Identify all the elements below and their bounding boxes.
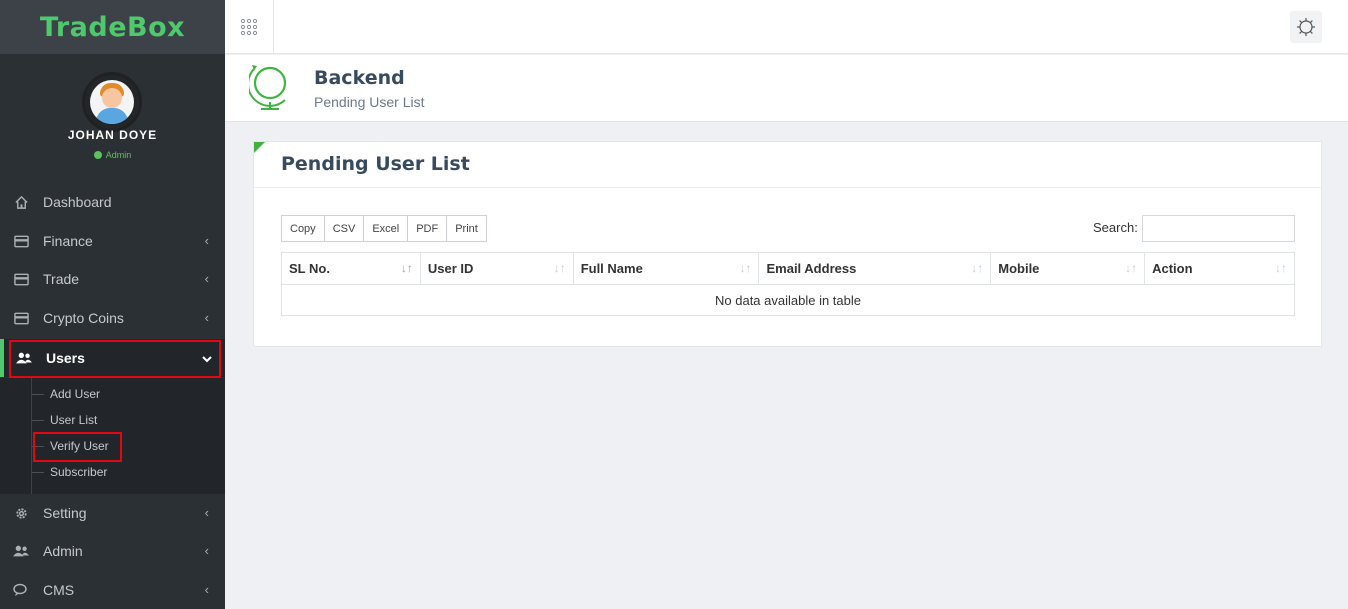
highlight-box bbox=[9, 340, 221, 378]
search-input[interactable] bbox=[1142, 215, 1295, 242]
sidebar-item-label: Crypto Coins bbox=[43, 310, 124, 326]
column-header-mobile[interactable]: Mobile ↓↑ bbox=[990, 252, 1146, 285]
pending-users-table: SL No. ↓↑ User ID ↓↑ Full Name ↓↑ Email Add… bbox=[281, 252, 1295, 316]
active-indicator bbox=[0, 339, 4, 377]
divider bbox=[254, 187, 1321, 188]
chat-icon bbox=[13, 582, 29, 598]
sidebar-item-label: Dashboard bbox=[43, 194, 112, 210]
highlight-box bbox=[33, 432, 122, 462]
table-row: No data available in table bbox=[281, 284, 1295, 316]
card-icon bbox=[13, 310, 29, 326]
column-header-email[interactable]: Email Address ↓↑ bbox=[758, 252, 992, 285]
empty-table-message: No data available in table bbox=[281, 284, 1295, 316]
sort-icon: ↓↑ bbox=[1275, 261, 1287, 275]
card-icon bbox=[13, 233, 29, 249]
sidebar-item-dashboard[interactable]: Dashboard bbox=[0, 183, 225, 221]
column-header-sl-no[interactable]: SL No. ↓↑ bbox=[281, 252, 421, 285]
search-label: Search: bbox=[1093, 220, 1138, 235]
submenu-item-user-list[interactable]: User List bbox=[32, 407, 97, 433]
export-button-group: Copy CSV Excel PDF Print bbox=[281, 215, 487, 242]
profile-role-label: Admin bbox=[105, 150, 132, 160]
brand-logo[interactable]: TradeBox bbox=[0, 0, 225, 54]
excel-button[interactable]: Excel bbox=[363, 215, 409, 242]
column-header-action[interactable]: Action ↓↑ bbox=[1144, 252, 1295, 285]
sidebar-item-label: Trade bbox=[43, 271, 80, 287]
user-avatar-icon bbox=[90, 80, 134, 124]
sidebar-item-cms[interactable]: CMS ‹ bbox=[0, 571, 225, 609]
chevron-left-icon: ‹ bbox=[204, 310, 209, 325]
profile-panel bbox=[0, 54, 225, 184]
chevron-left-icon: ‹ bbox=[204, 582, 209, 597]
gear-icon bbox=[1297, 18, 1315, 36]
sidebar-item-finance[interactable]: Finance ‹ bbox=[0, 222, 225, 260]
page-title: Backend bbox=[314, 67, 405, 89]
print-button[interactable]: Print bbox=[446, 215, 487, 242]
card-title: Pending User List bbox=[281, 153, 470, 175]
sidebar: TradeBox JOHAN DOYE Admin Dashboard Fina… bbox=[0, 0, 225, 609]
apps-grid-button[interactable] bbox=[225, 0, 274, 54]
sidebar-item-label: Finance bbox=[43, 233, 93, 249]
pending-user-card: Pending User List Copy CSV Excel PDF Pri… bbox=[253, 141, 1322, 347]
sidebar-item-crypto-coins[interactable]: Crypto Coins ‹ bbox=[0, 299, 225, 337]
submenu-item-add-user[interactable]: Add User bbox=[32, 381, 100, 407]
users-icon bbox=[13, 543, 29, 559]
topbar bbox=[225, 0, 1348, 54]
chevron-left-icon: ‹ bbox=[204, 505, 209, 520]
sort-icon: ↓↑ bbox=[971, 261, 984, 275]
submenu-item-subscriber[interactable]: Subscriber bbox=[32, 459, 107, 485]
chevron-left-icon: ‹ bbox=[204, 233, 209, 248]
profile-role: Admin bbox=[0, 150, 225, 160]
settings-button[interactable] bbox=[1290, 11, 1322, 43]
chevron-left-icon: ‹ bbox=[204, 543, 209, 558]
sidebar-item-trade[interactable]: Trade ‹ bbox=[0, 260, 225, 298]
pdf-button[interactable]: PDF bbox=[407, 215, 448, 242]
card-corner-accent bbox=[254, 142, 265, 153]
table-header-row: SL No. ↓↑ User ID ↓↑ Full Name ↓↑ Email Add… bbox=[281, 252, 1295, 285]
sort-icon: ↓↑ bbox=[739, 261, 752, 275]
home-icon bbox=[13, 194, 29, 210]
submenu-item-label: Add User bbox=[50, 387, 101, 401]
gear-icon bbox=[13, 505, 29, 521]
column-header-full-name[interactable]: Full Name ↓↑ bbox=[572, 252, 760, 285]
sidebar-item-label: CMS bbox=[43, 582, 75, 598]
column-header-user-id[interactable]: User ID ↓↑ bbox=[419, 252, 574, 285]
sort-icon: ↓↑ bbox=[553, 261, 566, 275]
brand-name: TradeBox bbox=[39, 11, 186, 43]
copy-button[interactable]: Copy bbox=[281, 215, 325, 242]
submenu-item-label: Subscriber bbox=[50, 465, 108, 479]
sidebar-item-admin[interactable]: Admin ‹ bbox=[0, 532, 225, 570]
online-status-dot-icon bbox=[93, 151, 102, 159]
apps-grid-icon bbox=[240, 18, 258, 36]
chevron-left-icon: ‹ bbox=[204, 271, 209, 286]
csv-button[interactable]: CSV bbox=[323, 215, 365, 242]
profile-name: JOHAN DOYE bbox=[67, 128, 158, 142]
sidebar-item-setting[interactable]: Setting ‹ bbox=[0, 494, 225, 532]
page-subtitle: Pending User List bbox=[314, 94, 425, 110]
sidebar-item-label: Setting bbox=[43, 505, 87, 521]
card-icon bbox=[13, 271, 29, 287]
submenu-item-label: User List bbox=[50, 413, 98, 427]
sort-icon: ↓↑ bbox=[1125, 261, 1138, 275]
sidebar-item-label: Admin bbox=[43, 543, 83, 559]
page-header: Backend Pending User List bbox=[225, 55, 1348, 122]
sort-ascending-icon: ↓↑ bbox=[400, 261, 413, 275]
globe-icon bbox=[247, 62, 291, 117]
avatar[interactable] bbox=[82, 72, 142, 132]
